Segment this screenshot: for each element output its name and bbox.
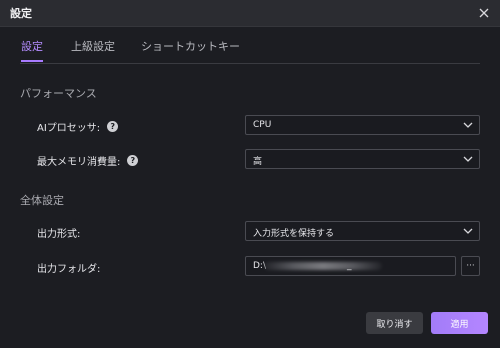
cancel-button[interactable]: 取り消す <box>366 312 423 334</box>
more-icon: ··· <box>466 261 475 271</box>
output-format-value: 入力形式を保持する <box>253 229 335 239</box>
max-memory-label-text: 最大メモリ消費量: <box>37 157 121 168</box>
active-tab-indicator <box>21 60 43 62</box>
tab-bar: 設定 上級設定 ショートカットキー <box>0 26 500 64</box>
tab-settings[interactable]: 設定 <box>21 38 43 54</box>
output-format-label: 出力形式: <box>37 225 80 240</box>
output-format-select[interactable]: 入力形式を保持する <box>245 221 480 241</box>
section-performance: パフォーマンス <box>20 87 97 100</box>
tab-shortcut-keys[interactable]: ショートカットキー <box>141 38 240 54</box>
title-bar: 設定 <box>0 0 500 27</box>
ai-processor-value: CPU <box>253 120 272 130</box>
apply-button[interactable]: 適用 <box>431 312 488 334</box>
ai-processor-label: AIプロセッサ: ? <box>37 119 119 134</box>
max-memory-select[interactable]: 高 <box>245 149 480 169</box>
output-folder-input[interactable]: D:\ _ <box>245 256 456 276</box>
output-folder-label-text: 出力フォルダ: <box>37 264 101 275</box>
ai-processor-label-text: AIプロセッサ: <box>37 123 101 134</box>
tab-advanced-settings[interactable]: 上級設定 <box>71 38 115 54</box>
tab-divider <box>20 63 480 64</box>
browse-folder-button[interactable]: ··· <box>461 256 480 276</box>
settings-dialog: 設定 設定 上級設定 ショートカットキー パフォーマンス AIプロセッサ: ? … <box>0 0 500 348</box>
help-icon[interactable]: ? <box>107 121 119 132</box>
redacted-path <box>264 262 382 270</box>
ai-processor-select[interactable]: CPU <box>245 115 480 135</box>
output-folder-label: 出力フォルダ: <box>37 260 100 275</box>
max-memory-value: 高 <box>253 157 263 167</box>
chevron-down-icon <box>463 156 473 162</box>
chevron-down-icon <box>463 122 473 128</box>
help-icon[interactable]: ? <box>127 155 139 166</box>
max-memory-label: 最大メモリ消費量: ? <box>37 153 139 168</box>
close-icon <box>479 8 489 18</box>
chevron-down-icon <box>463 228 473 234</box>
section-general: 全体設定 <box>20 194 64 207</box>
output-folder-value-tail: _ <box>347 261 352 271</box>
output-format-label-text: 出力形式: <box>37 229 81 240</box>
close-button[interactable] <box>474 3 494 23</box>
window-title: 設定 <box>10 7 32 20</box>
